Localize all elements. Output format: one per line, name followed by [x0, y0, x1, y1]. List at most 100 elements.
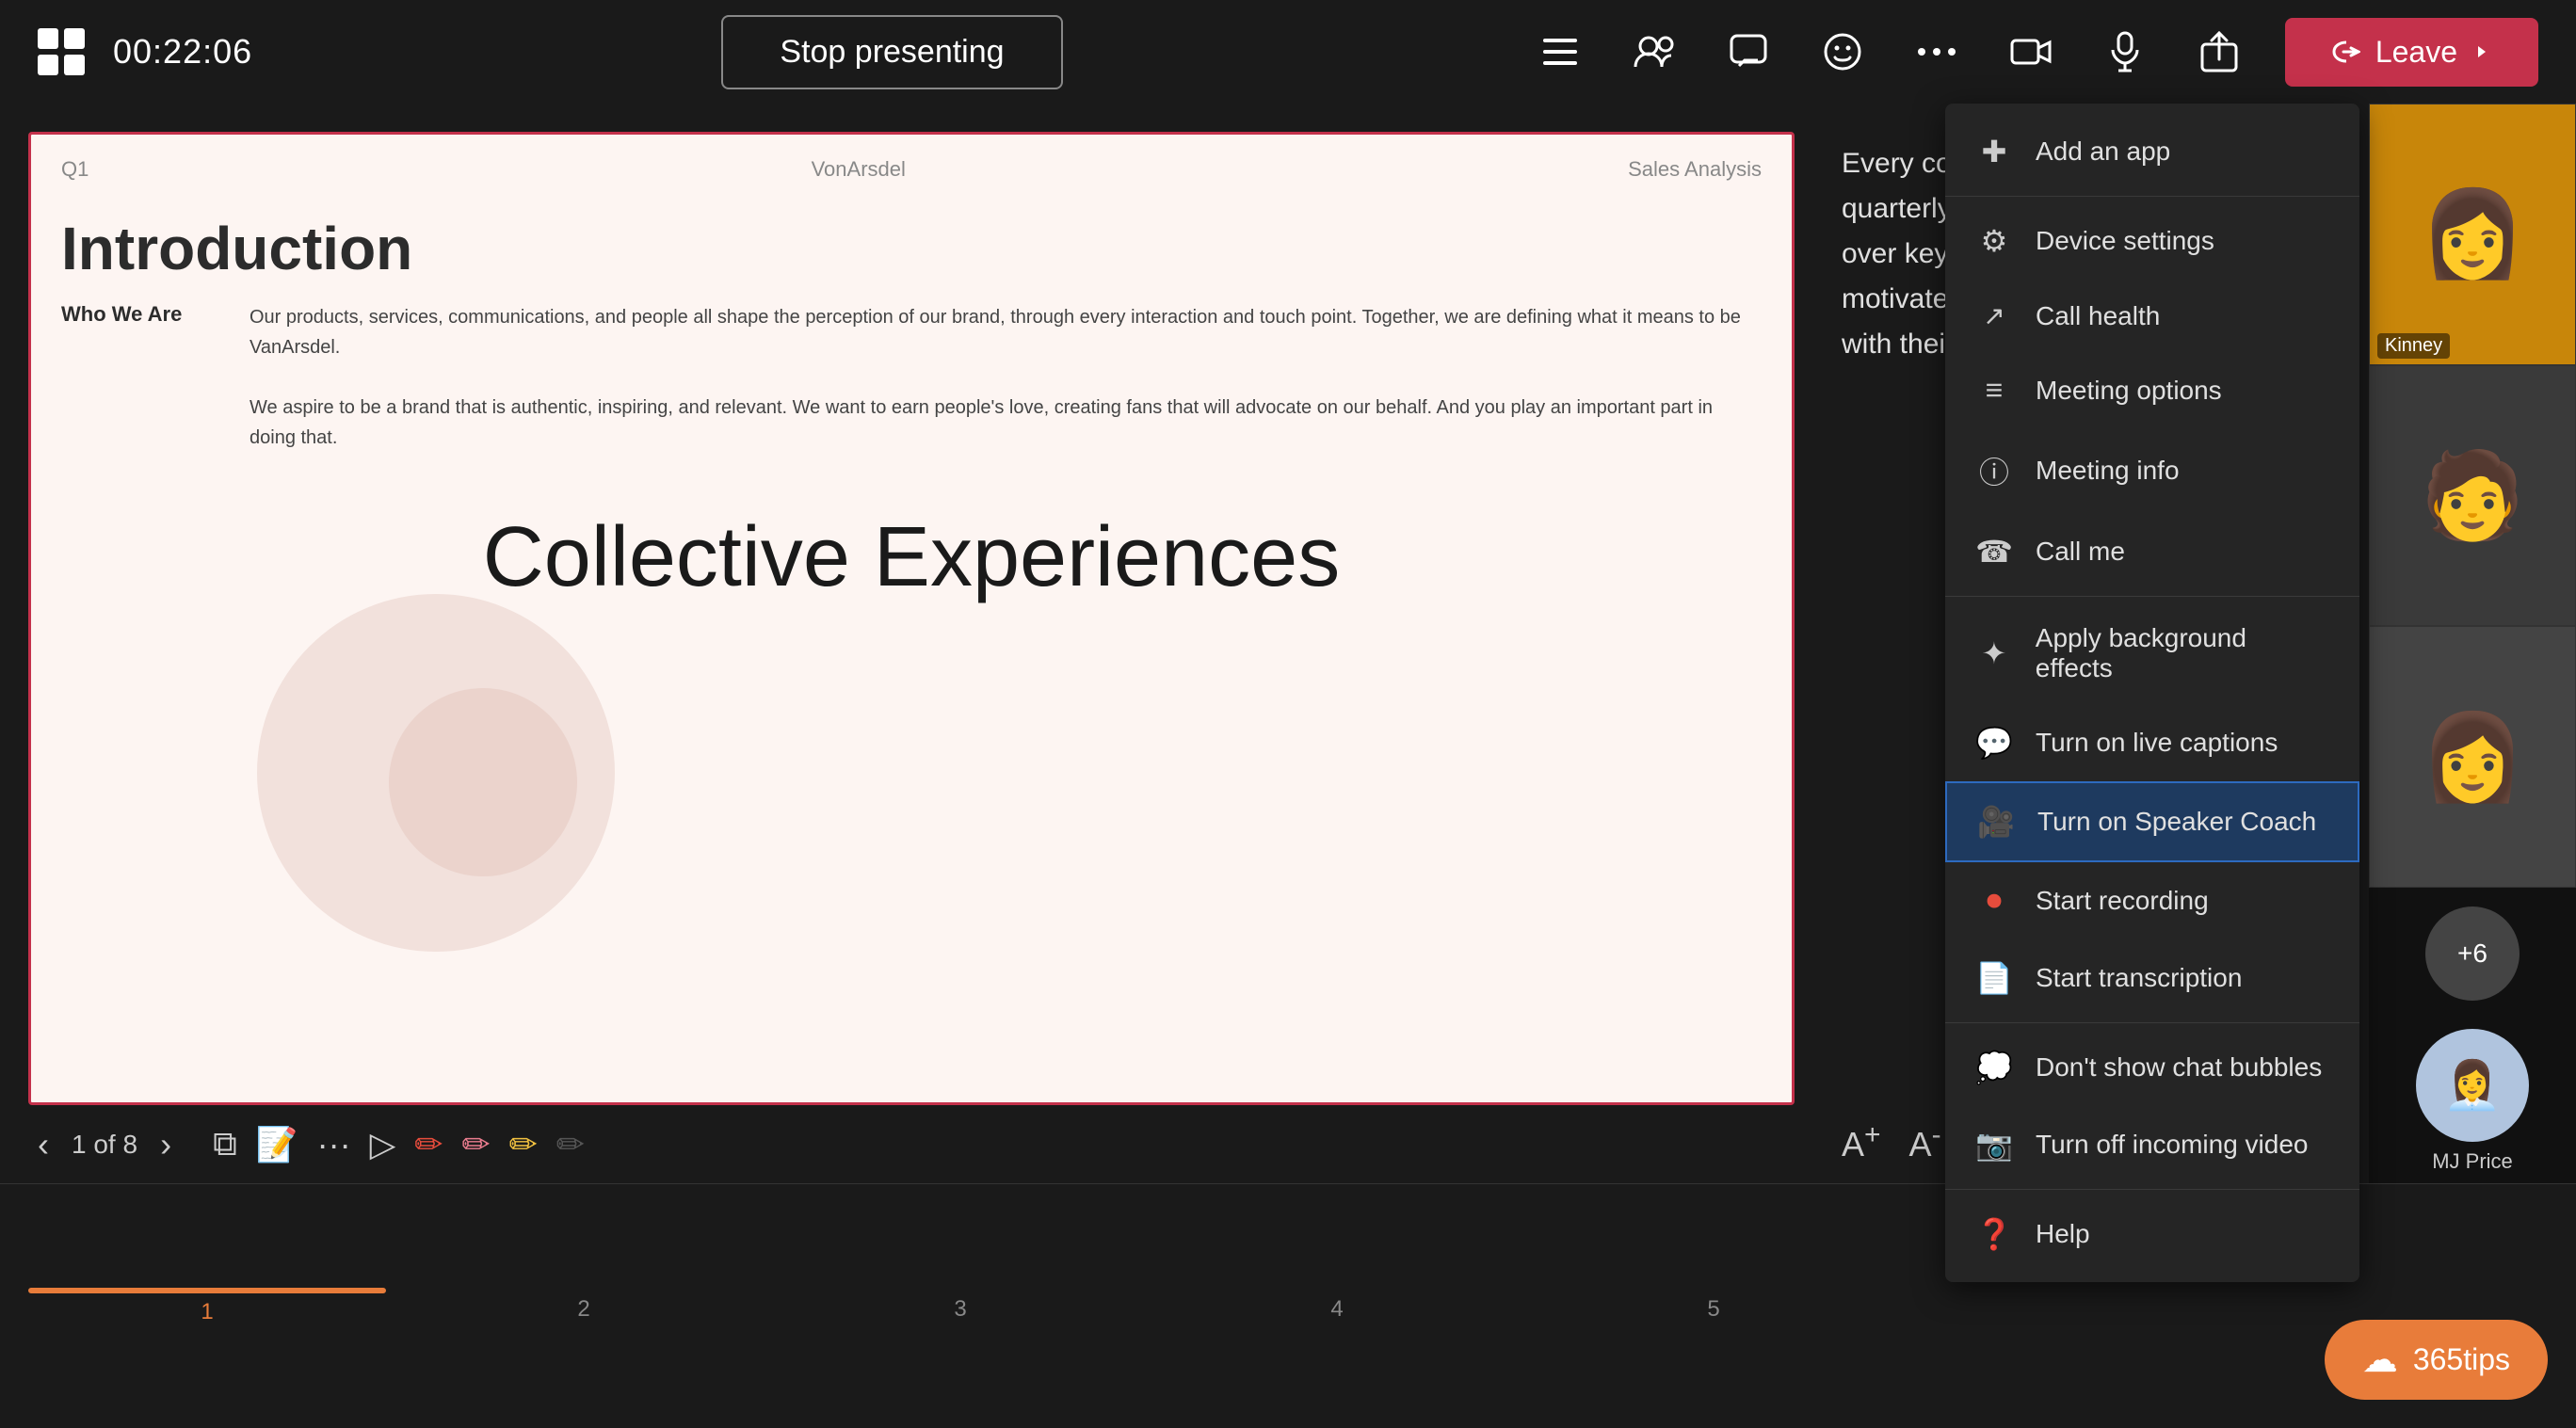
grid-icon[interactable] — [38, 28, 85, 75]
pen-dark-icon[interactable]: ✏ — [556, 1125, 585, 1164]
mic-icon-btn[interactable] — [2097, 24, 2153, 80]
annotate-icon[interactable]: 📝 — [256, 1125, 298, 1164]
participant-video-1[interactable]: 👩 Kinney — [2369, 104, 2576, 365]
pointer-icon[interactable]: ▷ — [370, 1125, 396, 1164]
leave-button[interactable]: Leave — [2285, 18, 2538, 87]
slide-tools: ⧉ 📝 ··· ▷ ✏ ✏ ✏ ✏ — [213, 1124, 585, 1164]
menu-speaker-coach-label: Turn on Speaker Coach — [2037, 807, 2316, 837]
slide-title: Introduction — [31, 214, 1792, 283]
menu-device-settings[interactable]: ⚙ Device settings — [1945, 202, 2359, 280]
participant-avatar-3: 👩 — [2370, 627, 2575, 887]
menu-apply-background[interactable]: ✦ Apply background effects — [1945, 602, 2359, 704]
pen-yellow-icon[interactable]: ✏ — [509, 1125, 538, 1164]
menu-turn-off-video[interactable]: 📷 Turn off incoming video — [1945, 1106, 2359, 1183]
menu-help-label: Help — [2036, 1219, 2090, 1249]
menu-meeting-options[interactable]: ≡ Meeting options — [1945, 352, 2359, 428]
mj-name: MJ Price — [2432, 1149, 2513, 1174]
slide-text-blocks: Our products, services, communications, … — [250, 302, 1762, 453]
slide-prev-btn[interactable]: ‹ — [38, 1125, 49, 1164]
slide-header-right: Sales Analysis — [1628, 157, 1762, 182]
participant-video-3[interactable]: 👩 — [2369, 626, 2576, 888]
reaction-icon-btn[interactable] — [1814, 24, 1871, 80]
live-captions-icon: 💬 — [1975, 725, 2013, 761]
slide-big-text: Collective Experiences — [31, 509, 1792, 606]
thumb-5-num: 5 — [1707, 1296, 1719, 1323]
top-bar: 00:22:06 Stop presenting Leave — [0, 0, 2576, 104]
pen-pink-icon[interactable]: ✏ — [461, 1125, 490, 1164]
participant-video-2[interactable]: 🧑 — [2369, 365, 2576, 627]
call-health-icon: ↗ — [1975, 300, 2013, 331]
thumb-1-video-icon: ▶ — [280, 1288, 355, 1293]
device-settings-icon: ⚙ — [1975, 223, 2013, 259]
menu-no-chat-bubbles-label: Don't show chat bubbles — [2036, 1052, 2322, 1083]
meeting-info-icon: ⓘ — [1975, 449, 2013, 492]
menu-meeting-info[interactable]: ⓘ Meeting info — [1945, 428, 2359, 513]
speaker-coach-icon: 🎥 — [1977, 804, 2015, 840]
slide-header-left: Q1 — [61, 157, 89, 182]
copy-icon[interactable]: ⧉ — [213, 1124, 237, 1164]
badge-text: 365tips — [2413, 1342, 2510, 1377]
slide-content: Q1 VonArsdel Sales Analysis Introduction… — [31, 135, 1792, 1102]
menu-call-health-label: Call health — [2036, 301, 2160, 331]
participant-avatar-2: 🧑 — [2370, 366, 2575, 626]
chat-icon-btn[interactable] — [1720, 24, 1777, 80]
stop-presenting-button[interactable]: Stop presenting — [721, 15, 1062, 89]
badge-365tips[interactable]: ☁ 365tips — [2325, 1320, 2548, 1400]
cloud-icon: ☁ — [2362, 1339, 2398, 1381]
people-icon-btn[interactable] — [1626, 24, 1682, 80]
mj-avatar: 👩‍💼 — [2416, 1029, 2529, 1142]
menu-add-app-label: Add an app — [2036, 136, 2170, 167]
slide-count: 1 of 8 — [72, 1130, 137, 1160]
menu-apply-background-label: Apply background effects — [2036, 623, 2329, 683]
meeting-options-icon: ≡ — [1975, 373, 2013, 408]
help-icon: ❓ — [1975, 1216, 2013, 1252]
menu-call-me-label: Call me — [2036, 537, 2125, 567]
menu-start-recording[interactable]: ⏺ Start recording — [1945, 862, 2359, 939]
menu-meeting-info-label: Meeting info — [2036, 456, 2180, 486]
call-me-icon: ☎ — [1975, 534, 2013, 570]
menu-turn-off-video-label: Turn off incoming video — [2036, 1130, 2309, 1160]
thumb-1-num: 1 — [201, 1299, 213, 1325]
decorative-circle-small — [389, 688, 577, 876]
slide-header-center: VonArsdel — [812, 157, 906, 182]
apply-background-icon: ✦ — [1975, 635, 2013, 671]
menu-meeting-options-label: Meeting options — [2036, 376, 2222, 406]
slide-frame: Q1 VonArsdel Sales Analysis Introduction… — [28, 132, 1795, 1105]
top-bar-right: Leave — [1532, 18, 2538, 87]
slide-area: Q1 VonArsdel Sales Analysis Introduction… — [0, 104, 1823, 1183]
menu-divider-4 — [1945, 1189, 2359, 1190]
top-bar-center: Stop presenting — [252, 15, 1532, 89]
more-participants-btn[interactable]: +6 — [2425, 907, 2520, 1001]
start-transcription-icon: 📄 — [1975, 960, 2013, 996]
more-options-btn[interactable] — [1908, 24, 1965, 80]
pen-red-icon[interactable]: ✏ — [414, 1125, 443, 1164]
turn-off-video-icon: 📷 — [1975, 1127, 2013, 1163]
menu-divider-1 — [1945, 196, 2359, 197]
thumb-4-num: 4 — [1330, 1296, 1343, 1323]
camera-icon-btn[interactable] — [2003, 24, 2059, 80]
more-tools-icon[interactable]: ··· — [317, 1125, 351, 1164]
menu-start-transcription-label: Start transcription — [2036, 963, 2242, 993]
slide-body: Who We Are Our products, services, commu… — [31, 283, 1792, 472]
menu-speaker-coach[interactable]: 🎥 Turn on Speaker Coach — [1945, 781, 2359, 862]
add-app-icon: ✚ — [1975, 134, 2013, 169]
dropdown-menu: ✚ Add an app ⚙ Device settings ↗ Call he… — [1945, 104, 2359, 1282]
slide-who-we-are: Who We Are — [61, 302, 212, 453]
slide-thumb-1[interactable]: SalesAnalysis 2021 ▶ — [28, 1288, 386, 1293]
font-decrease-btn[interactable]: A- — [1909, 1119, 1941, 1164]
menu-call-health[interactable]: ↗ Call health — [1945, 280, 2359, 352]
font-increase-btn[interactable]: A+ — [1842, 1119, 1881, 1164]
menu-icon-btn[interactable] — [1532, 24, 1588, 80]
menu-start-transcription[interactable]: 📄 Start transcription — [1945, 939, 2359, 1017]
menu-add-app[interactable]: ✚ Add an app — [1945, 113, 2359, 190]
participant-avatar-1: 👩 — [2370, 104, 2575, 364]
slide-body-text-1: Our products, services, communications, … — [250, 302, 1762, 362]
slide-next-btn[interactable]: › — [160, 1125, 171, 1164]
menu-live-captions[interactable]: 💬 Turn on live captions — [1945, 704, 2359, 781]
menu-help[interactable]: ❓ Help — [1945, 1195, 2359, 1273]
menu-call-me[interactable]: ☎ Call me — [1945, 513, 2359, 590]
share-icon-btn[interactable] — [2191, 24, 2247, 80]
menu-device-settings-label: Device settings — [2036, 226, 2214, 256]
thumb-3-num: 3 — [954, 1296, 966, 1323]
menu-no-chat-bubbles[interactable]: 💭 Don't show chat bubbles — [1945, 1029, 2359, 1106]
